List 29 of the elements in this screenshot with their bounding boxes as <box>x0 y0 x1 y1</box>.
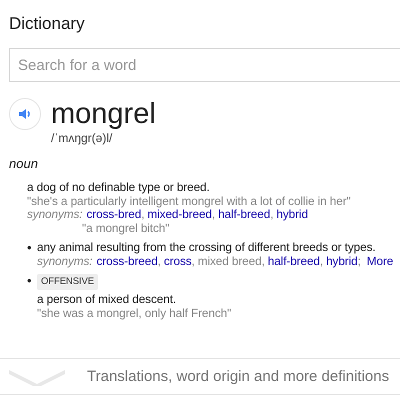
example-text: "a mongrel bitch" <box>82 222 170 235</box>
more-link[interactable]: More <box>366 254 394 268</box>
synonym-text: mixed breed, <box>198 254 265 268</box>
headword: mongrel <box>51 98 156 130</box>
synonym-link[interactable]: half-breed, <box>218 208 274 222</box>
more-definitions-button[interactable]: Translations, word origin and more definitions <box>0 358 400 395</box>
synonym-link[interactable]: cross-bred, <box>86 208 144 222</box>
speaker-icon <box>18 107 32 121</box>
synonyms-label: synonyms: <box>27 208 82 222</box>
usage-tag: OFFENSIVE <box>37 274 98 290</box>
definition-text: a dog of no definable type or breed. <box>27 181 210 194</box>
synonym-link[interactable]: hybrid; <box>326 254 361 268</box>
part-of-speech: noun <box>9 156 39 171</box>
synonym-link[interactable]: cross, <box>164 254 195 268</box>
example-text: "she was a mongrel, only half French" <box>37 306 232 320</box>
section-heading: Dictionary <box>9 14 86 34</box>
synonyms-label: synonyms: <box>37 254 92 268</box>
bullet-icon: • <box>27 241 37 268</box>
speaker-button[interactable] <box>9 98 41 130</box>
definition-text: a person of mixed descent. <box>37 293 176 306</box>
pronunciation-text: /ˈmʌŋɡr(ə)l/ <box>51 131 114 145</box>
search-field[interactable]: Search for a word <box>9 48 400 82</box>
synonym-link[interactable]: hybrid <box>276 208 308 222</box>
synonym-link[interactable]: mixed-breed, <box>147 208 216 222</box>
synonym-link[interactable]: half-breed, <box>268 254 324 268</box>
example-text: "she's a particularly intelligent mongrel with a lot of collie in her" <box>27 194 351 208</box>
definition-text: any animal resulting from the crossing of different breeds or types. <box>37 241 376 254</box>
synonym-link[interactable]: cross-breed, <box>96 254 161 268</box>
bullet-icon: • <box>27 274 37 320</box>
